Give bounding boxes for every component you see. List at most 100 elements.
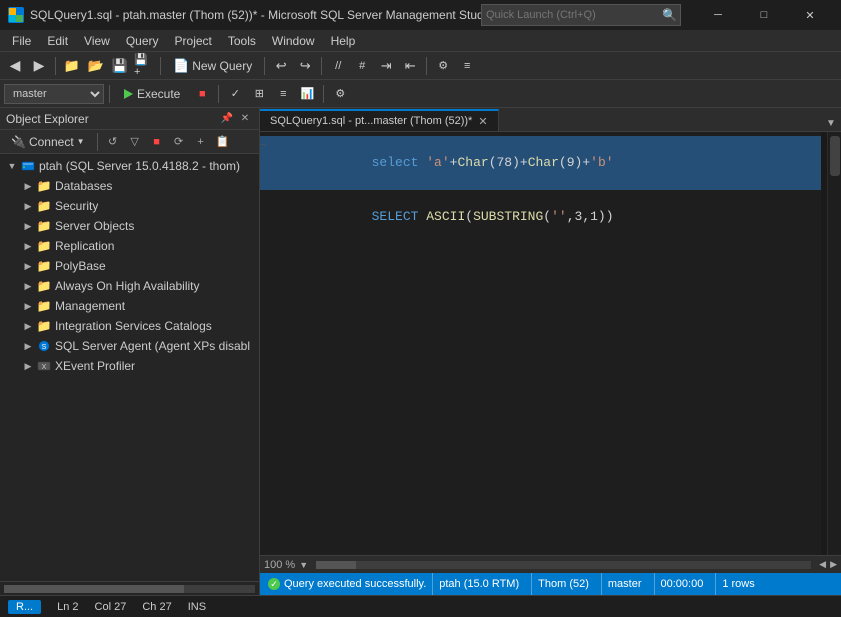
oe-stop-btn[interactable]: ■: [147, 132, 167, 152]
debug-btn[interactable]: ⚙: [432, 55, 454, 77]
query-tab-1-close[interactable]: ✕: [478, 115, 487, 128]
tree-item-sql-agent[interactable]: ▶ S SQL Server Agent (Agent XPs disabl: [0, 336, 259, 356]
execute-button[interactable]: Execute: [115, 84, 189, 104]
undo-btn[interactable]: ↩: [270, 55, 292, 77]
h-scroll-track[interactable]: [316, 561, 811, 569]
results-text-btn[interactable]: ≡: [272, 83, 294, 105]
oe-new-obj-btn[interactable]: +: [191, 132, 211, 152]
quick-launch-input[interactable]: [481, 4, 681, 26]
parse-btn[interactable]: ✓: [224, 83, 246, 105]
new-file-btn[interactable]: 📁: [61, 55, 83, 77]
query-tab-1[interactable]: SQLQuery1.sql - pt...master (Thom (52))*…: [260, 109, 499, 131]
menu-window[interactable]: Window: [264, 30, 323, 52]
oe-toolbar: 🔌 Connect ▼ ↺ ▽ ■ ⟳ + 📋: [0, 130, 259, 154]
connect-button[interactable]: 🔌 Connect ▼: [4, 133, 92, 151]
forward-button[interactable]: ▶: [28, 55, 50, 77]
oe-sync-btn[interactable]: ⟳: [169, 132, 189, 152]
query-options-btn[interactable]: ⚙: [329, 83, 351, 105]
code-editor[interactable]: − select 'a'+Char(78)+Char(9)+'b' SELECT…: [260, 132, 841, 555]
zoom-dropdown-btn[interactable]: ▼: [299, 560, 308, 570]
maximize-button[interactable]: □: [741, 0, 787, 30]
status-ch: Ch 27: [142, 601, 171, 613]
oe-close-btn[interactable]: ✕: [237, 111, 253, 127]
oe-unpin-btn[interactable]: 📌: [219, 111, 235, 127]
menu-tools[interactable]: Tools: [220, 30, 264, 52]
always-on-folder-icon: 📁: [36, 278, 52, 294]
zoom-and-scrollbar: 100 % ▼ ◀ ▶: [260, 555, 841, 573]
line-2-collapse: [260, 190, 274, 192]
sql-agent-label: SQL Server Agent (Agent XPs disabl: [55, 339, 250, 353]
outdent-btn[interactable]: ⇤: [399, 55, 421, 77]
xevent-folder-icon: X: [36, 358, 52, 374]
options-btn[interactable]: ≡: [456, 55, 478, 77]
tab-expand-btn[interactable]: ▼: [825, 115, 841, 131]
server-objects-folder-icon: 📁: [36, 218, 52, 234]
save-btn[interactable]: 💾: [109, 55, 131, 77]
line-1-collapse: −: [260, 136, 274, 156]
sql-agent-expand-icon: ▶: [20, 338, 36, 354]
back-button[interactable]: ◀: [4, 55, 26, 77]
menu-query[interactable]: Query: [118, 30, 167, 52]
polybase-label: PolyBase: [55, 259, 106, 273]
tree-item-integration-services[interactable]: ▶ 📁 Integration Services Catalogs: [0, 316, 259, 336]
management-folder-icon: 📁: [36, 298, 52, 314]
sep4: [321, 57, 322, 75]
comment-btn[interactable]: //: [327, 55, 349, 77]
status-ln: Ln 2: [57, 601, 78, 613]
include-actual-plan-btn[interactable]: 📊: [296, 83, 318, 105]
minimize-button[interactable]: ─: [695, 0, 741, 30]
oe-horizontal-scrollbar[interactable]: [0, 581, 259, 595]
tree-item-management[interactable]: ▶ 📁 Management: [0, 296, 259, 316]
connect-icon: 🔌: [11, 135, 26, 149]
indent-btn[interactable]: ⇥: [375, 55, 397, 77]
svg-text:S: S: [42, 344, 47, 351]
menu-file[interactable]: File: [4, 30, 39, 52]
status-time-label: 00:00:00: [661, 578, 704, 590]
tree-root[interactable]: ▼ ptah (SQL Server 15.0.4188.2 - thom): [0, 156, 259, 176]
status-database-label: master: [608, 578, 642, 590]
oe-props-btn[interactable]: 📋: [213, 132, 233, 152]
tree-item-always-on[interactable]: ▶ 📁 Always On High Availability: [0, 276, 259, 296]
database-selector[interactable]: master: [4, 84, 104, 104]
replication-expand-icon: ▶: [20, 238, 36, 254]
menu-edit[interactable]: Edit: [39, 30, 76, 52]
redo-btn[interactable]: ↪: [294, 55, 316, 77]
h-scroll-right-btn[interactable]: ▶: [830, 559, 837, 570]
sql-agent-icon: S: [36, 338, 52, 354]
oe-filter-btn[interactable]: ▽: [125, 132, 145, 152]
new-query-button[interactable]: 📄 New Query: [166, 55, 259, 77]
title-bar-left: SQLQuery1.sql - ptah.master (Thom (52))*…: [8, 7, 493, 23]
toolbar-2: master Execute ■ ✓ ⊞ ≡ 📊 ⚙: [0, 80, 841, 108]
save-all-btn[interactable]: 💾+: [133, 55, 155, 77]
tree-item-security[interactable]: ▶ 📁 Security: [0, 196, 259, 216]
replication-folder-icon: 📁: [36, 238, 52, 254]
tree-item-polybase[interactable]: ▶ 📁 PolyBase: [0, 256, 259, 276]
fn-char2: Char: [528, 155, 559, 170]
code-line-1: − select 'a'+Char(78)+Char(9)+'b': [260, 136, 841, 190]
tree-item-databases[interactable]: ▶ 📁 Databases: [0, 176, 259, 196]
tree-item-replication[interactable]: ▶ 📁 Replication: [0, 236, 259, 256]
results-grid-btn[interactable]: ⊞: [248, 83, 270, 105]
always-on-expand-icon: ▶: [20, 278, 36, 294]
root-expand-icon: ▼: [4, 158, 20, 174]
menu-help[interactable]: Help: [323, 30, 364, 52]
h-scroll-left-btn[interactable]: ◀: [819, 559, 826, 570]
tree-item-server-objects[interactable]: ▶ 📁 Server Objects: [0, 216, 259, 236]
query-tabs: SQLQuery1.sql - pt...master (Thom (52))*…: [260, 108, 841, 132]
menu-view[interactable]: View: [76, 30, 118, 52]
execute-icon: [124, 89, 133, 99]
vertical-scrollbar-track[interactable]: [827, 132, 841, 555]
security-folder-icon: 📁: [36, 198, 52, 214]
uncomment-btn[interactable]: #: [351, 55, 373, 77]
oe-refresh-btn[interactable]: ↺: [103, 132, 123, 152]
stop-btn[interactable]: ■: [191, 83, 213, 105]
close-button[interactable]: ✕: [787, 0, 833, 30]
menu-project[interactable]: Project: [167, 30, 220, 52]
window-title: SQLQuery1.sql - ptah.master (Thom (52))*…: [30, 8, 493, 22]
code-line-2: SELECT ASCII(SUBSTRING('',3,1)): [260, 190, 841, 244]
security-label: Security: [55, 199, 98, 213]
line-1-content: select 'a'+Char(78)+Char(9)+'b': [274, 136, 614, 190]
open-btn[interactable]: 📂: [85, 55, 107, 77]
sep3: [264, 57, 265, 75]
tree-item-xevent-profiler[interactable]: ▶ X XEvent Profiler: [0, 356, 259, 376]
